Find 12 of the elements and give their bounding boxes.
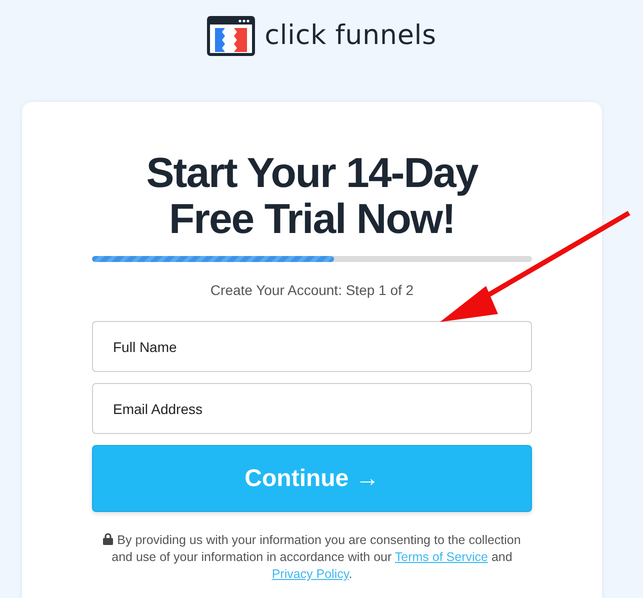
text-field[interactable]: Email Address xyxy=(92,383,532,434)
step-text: Create Your Account: Step 1 of 2 xyxy=(209,281,415,300)
logo-icon xyxy=(206,16,255,56)
consent-text: By providing us with your information you are consenting to the collection and use of your information in accordance with our Terms of Service and Privacy Policy. xyxy=(92,532,532,583)
arrow-icon: → xyxy=(355,464,380,492)
continue-button[interactable]: Continue → xyxy=(92,445,532,512)
text-field[interactable]: Full Name xyxy=(92,321,532,372)
privacy-link[interactable]: Privacy Policy xyxy=(272,567,349,581)
lock-icon xyxy=(103,533,114,545)
heading: Start Your 14-Day Free Trial Now! xyxy=(145,150,480,242)
logo-text: click funnels xyxy=(264,19,436,53)
terms-link[interactable]: Terms of Service xyxy=(394,550,488,564)
